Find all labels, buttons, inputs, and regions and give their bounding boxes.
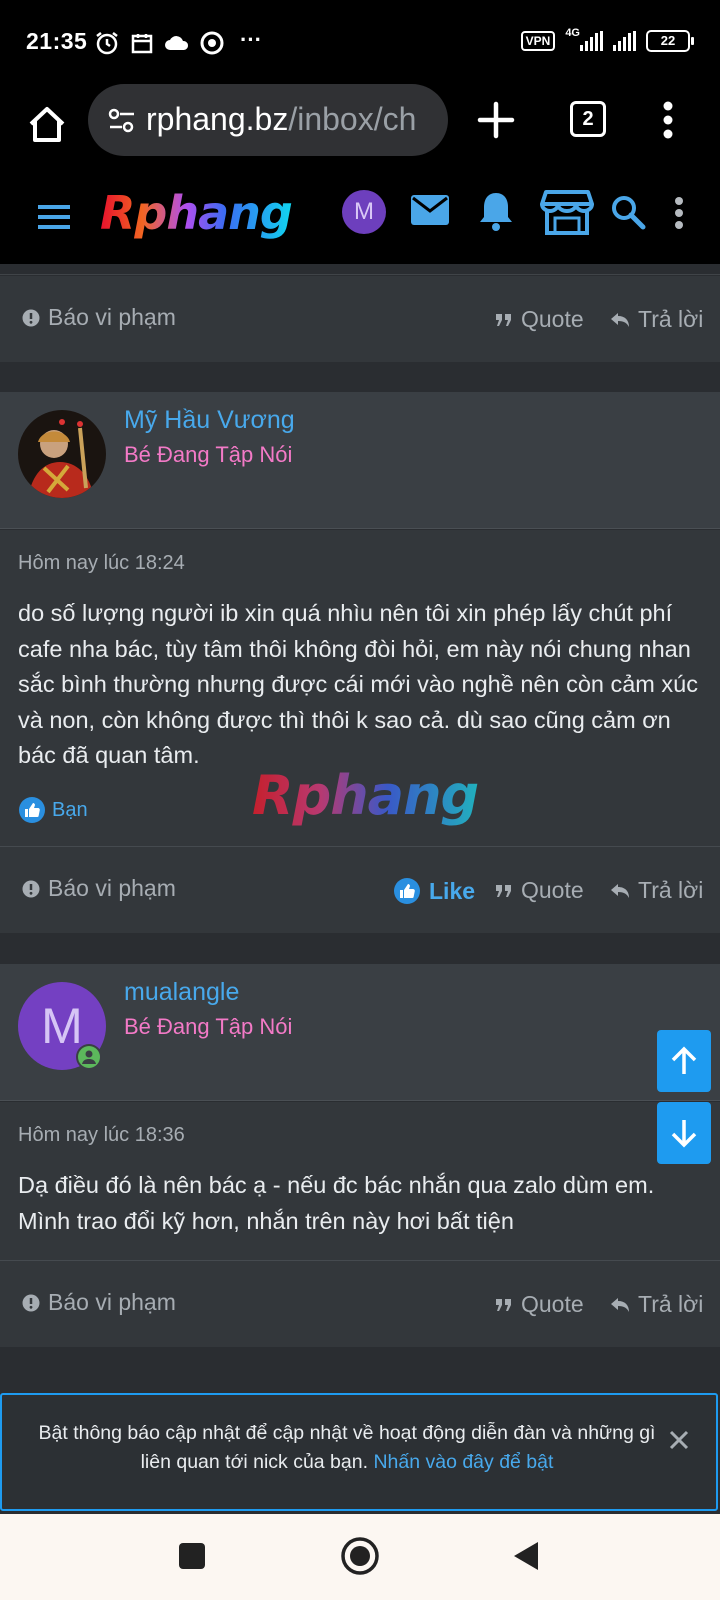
user-title: Bé Đang Tập Nói bbox=[124, 1014, 293, 1039]
post-message: Dạ điều đó là nên bác ạ - nếu đc bác nhắ… bbox=[18, 1172, 655, 1234]
home-icon[interactable] bbox=[22, 100, 72, 150]
report-label: Báo vi phạm bbox=[48, 304, 176, 330]
back-icon[interactable] bbox=[512, 1540, 540, 1572]
post-timestamp[interactable]: Hôm nay lúc 18:24 bbox=[18, 552, 185, 575]
more-notifications-dots: ··· bbox=[240, 27, 262, 52]
report-button[interactable]: Báo vi phạm bbox=[22, 304, 176, 331]
site-header: Rphang M bbox=[0, 168, 720, 264]
signal-icon-2 bbox=[613, 31, 636, 51]
address-bar[interactable]: rphang.bz/inbox/ch bbox=[88, 84, 448, 156]
new-tab-icon[interactable] bbox=[474, 98, 518, 142]
status-bar: 21:35 ··· VPN 4G 22 bbox=[0, 0, 720, 84]
post-actions: Báo vi phạm Quote Trả lời bbox=[0, 276, 720, 362]
site-logo[interactable]: Rphang bbox=[100, 186, 293, 240]
reply-icon bbox=[611, 1297, 629, 1312]
battery-icon: 22 bbox=[646, 30, 694, 52]
reply-label: Trả lời bbox=[638, 1291, 704, 1317]
warning-icon bbox=[22, 880, 40, 898]
report-button[interactable]: Báo vi phạm bbox=[22, 1289, 176, 1316]
arrow-up-icon bbox=[671, 1046, 697, 1074]
chrome-icon bbox=[200, 31, 224, 55]
alarm-icon bbox=[96, 32, 118, 55]
more-options-icon[interactable] bbox=[674, 196, 684, 230]
warning-icon bbox=[22, 309, 40, 327]
post-author-header: Mỹ Hầu Vương Bé Đang Tập Nói bbox=[0, 392, 720, 529]
like-icon bbox=[394, 878, 420, 904]
alerts-bell-icon[interactable] bbox=[478, 190, 514, 232]
quote-label: Quote bbox=[521, 1291, 584, 1317]
username[interactable]: Mỹ Hầu Vương bbox=[124, 406, 295, 435]
search-icon[interactable] bbox=[610, 194, 646, 230]
report-button[interactable]: Báo vi phạm bbox=[22, 875, 176, 902]
report-label: Báo vi phạm bbox=[48, 1289, 176, 1315]
quote-label: Quote bbox=[521, 306, 584, 332]
user-title: Bé Đang Tập Nói bbox=[124, 442, 293, 467]
post-timestamp[interactable]: Hôm nay lúc 18:36 bbox=[18, 1124, 185, 1147]
inbox-icon[interactable] bbox=[410, 194, 450, 226]
reply-icon bbox=[611, 312, 629, 327]
reaction-summary[interactable]: Bạn bbox=[18, 796, 88, 824]
url-path: /inbox/ch bbox=[288, 101, 417, 137]
quote-button[interactable]: Quote bbox=[495, 877, 584, 904]
post-actions: Báo vi phạm Like Quote Trả lời bbox=[0, 847, 720, 933]
store-icon[interactable] bbox=[540, 188, 594, 236]
report-label: Báo vi phạm bbox=[48, 875, 176, 901]
arrow-down-icon bbox=[671, 1120, 697, 1148]
username[interactable]: mualangle bbox=[124, 978, 239, 1007]
like-button[interactable]: Like bbox=[393, 877, 475, 905]
reply-button[interactable]: Trả lời bbox=[610, 306, 703, 333]
quote-icon bbox=[496, 313, 511, 326]
post-message: do số lượng người ib xin quá nhìu nên tô… bbox=[18, 600, 698, 768]
reaction-users: Bạn bbox=[52, 798, 88, 821]
quote-icon bbox=[496, 884, 511, 897]
avatar[interactable] bbox=[18, 410, 106, 498]
divider bbox=[0, 264, 720, 275]
online-status-icon bbox=[76, 1044, 102, 1070]
quote-label: Quote bbox=[521, 877, 584, 903]
warning-icon bbox=[22, 1294, 40, 1312]
status-right-icons: VPN 4G 22 bbox=[520, 27, 694, 52]
like-reaction-icon bbox=[19, 797, 45, 823]
post-body: Hôm nay lúc 18:36 Dạ điều đó là nên bác … bbox=[0, 1102, 720, 1261]
post-author-header: M mualangle Bé Đang Tập Nói bbox=[0, 964, 720, 1101]
vpn-badge: VPN bbox=[520, 31, 556, 51]
site-settings-icon[interactable] bbox=[108, 108, 136, 134]
home-nav-icon[interactable] bbox=[340, 1536, 380, 1576]
notification-text: Bật thông báo cập nhật để cập nhật về ho… bbox=[32, 1419, 662, 1477]
url-host: rphang.bz bbox=[146, 101, 289, 137]
url-text: rphang.bz/inbox/ch bbox=[146, 101, 416, 138]
signal-icon bbox=[580, 31, 603, 51]
scroll-top-button[interactable] bbox=[657, 1030, 711, 1092]
like-label: Like bbox=[429, 877, 476, 904]
reply-icon bbox=[611, 883, 629, 898]
scroll-bottom-button[interactable] bbox=[657, 1102, 711, 1164]
calendar-icon bbox=[131, 34, 153, 54]
status-left-icons: ··· bbox=[94, 27, 262, 56]
network-type: 4G bbox=[565, 27, 580, 39]
push-notification-banner: Bật thông báo cập nhật để cập nhật về ho… bbox=[0, 1393, 718, 1511]
hamburger-menu-icon[interactable] bbox=[36, 202, 72, 232]
tab-switcher-button[interactable]: 2 bbox=[570, 101, 606, 137]
user-avatar[interactable]: M bbox=[342, 190, 386, 234]
notification-message: Bật thông báo cập nhật để cập nhật về ho… bbox=[38, 1422, 656, 1473]
reply-label: Trả lời bbox=[638, 877, 704, 903]
reply-label: Trả lời bbox=[638, 306, 704, 332]
close-icon[interactable] bbox=[668, 1429, 690, 1451]
quote-icon bbox=[496, 1298, 511, 1311]
reply-button[interactable]: Trả lời bbox=[610, 877, 703, 904]
watermark-logo: Rphang bbox=[252, 764, 479, 827]
enable-notifications-link[interactable]: Nhấn vào đây để bật bbox=[373, 1451, 553, 1473]
quote-button[interactable]: Quote bbox=[495, 1291, 584, 1318]
post-actions: Báo vi phạm Quote Trả lời bbox=[0, 1261, 720, 1347]
recents-icon[interactable] bbox=[178, 1542, 206, 1570]
quote-button[interactable]: Quote bbox=[495, 306, 584, 333]
reply-button[interactable]: Trả lời bbox=[610, 1291, 703, 1318]
status-time: 21:35 bbox=[26, 28, 88, 54]
cloud-icon bbox=[165, 36, 189, 50]
browser-toolbar: rphang.bz/inbox/ch 2 bbox=[0, 84, 720, 168]
system-nav-bar bbox=[0, 1514, 720, 1600]
browser-menu-icon[interactable] bbox=[662, 100, 674, 140]
